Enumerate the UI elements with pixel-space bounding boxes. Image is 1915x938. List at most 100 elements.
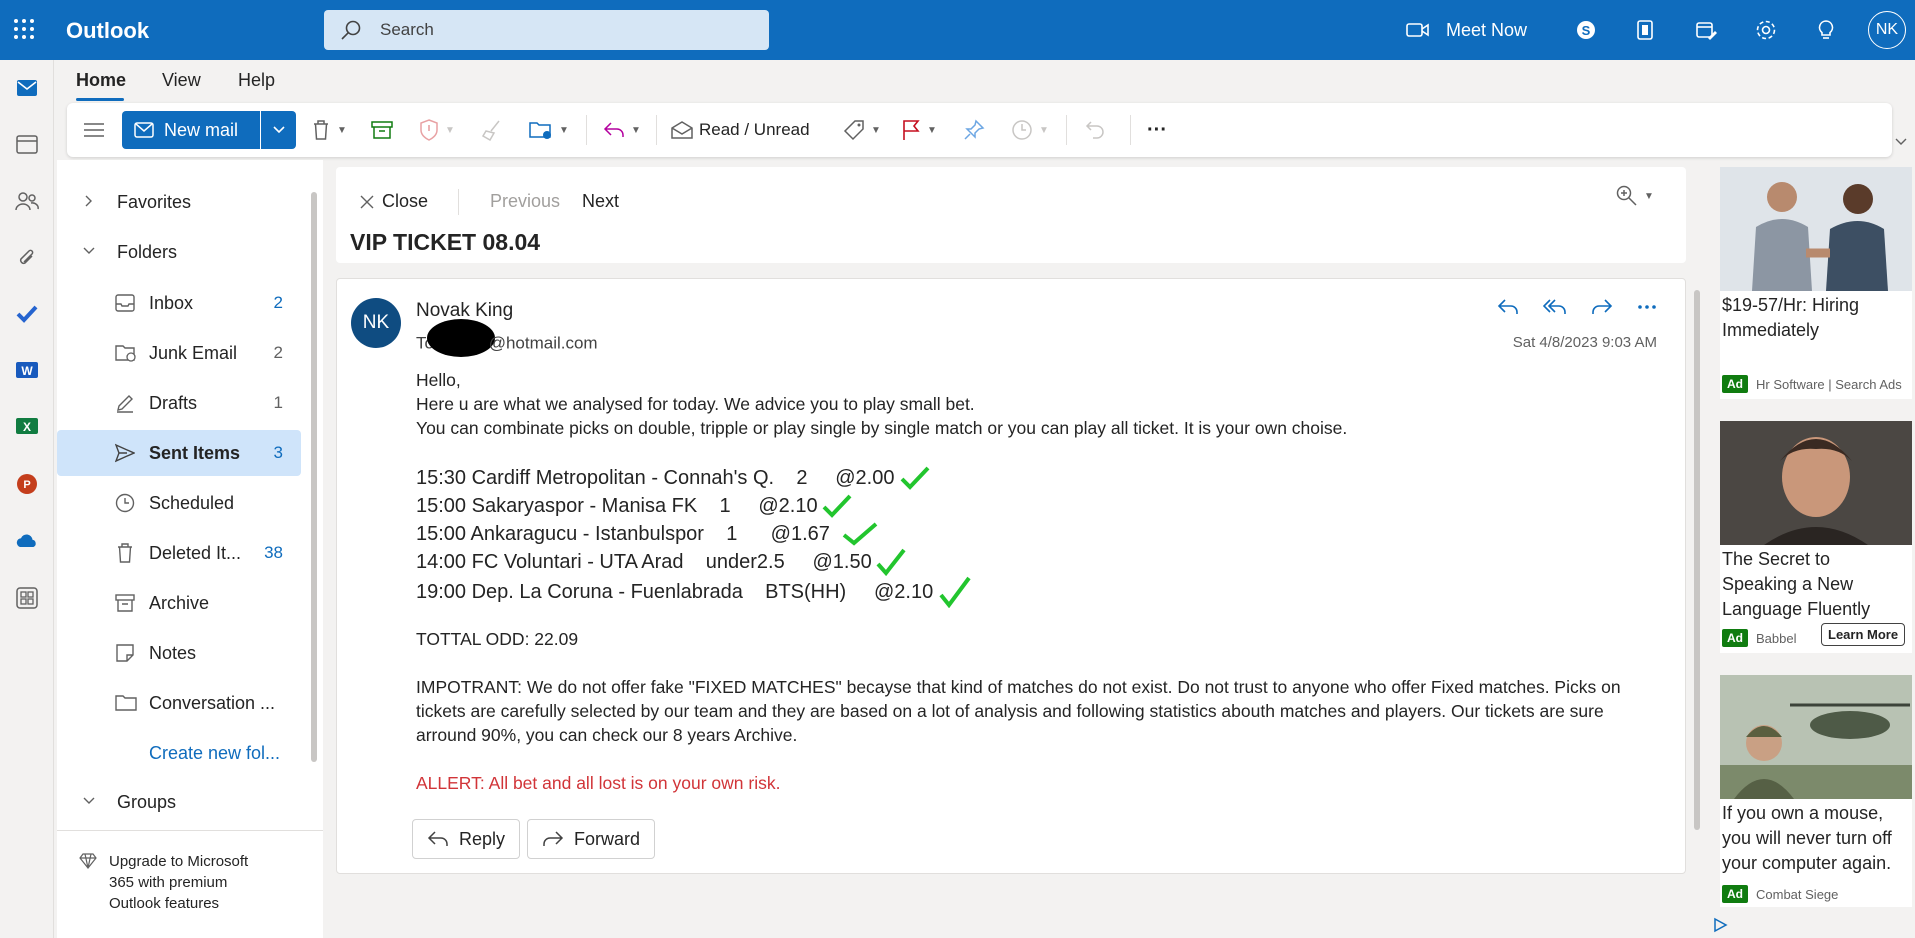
report-button: ▼ (419, 103, 455, 157)
pin-button[interactable] (963, 103, 985, 157)
ad-title: $19-57/Hr: Hiring Immediately (1722, 295, 1860, 340)
search-box[interactable]: Search (324, 10, 769, 50)
ad-card[interactable]: If you own a mouse, you will never turn … (1720, 675, 1912, 907)
reply-icon[interactable] (1497, 297, 1521, 317)
pick-row: 14:00 FC Voluntari - UTA Arad under2.5 @… (416, 548, 1116, 576)
ad-source: Ad Hr Software | Search Ads (1722, 375, 1902, 393)
ribbon-tabs: Home View Help (54, 60, 1915, 102)
create-new-folder-link[interactable]: Create new fol... (149, 743, 280, 764)
tab-view[interactable]: View (162, 70, 201, 91)
recipient-email[interactable]: @hotmail.com (489, 333, 598, 352)
tab-home[interactable]: Home (76, 70, 126, 91)
zoom-button[interactable]: ▼ (1616, 185, 1654, 207)
forward-icon[interactable] (1589, 297, 1613, 317)
trash-icon (314, 120, 328, 140)
settings-icon[interactable] (1740, 0, 1792, 60)
sender-avatar[interactable]: NK (351, 298, 401, 348)
folder-label: Scheduled (149, 493, 235, 513)
message-body: NK Novak King To:@hotmail.com Sat 4/8/20… (336, 278, 1686, 874)
chevron-down-icon (83, 247, 95, 255)
categorize-button[interactable]: ▼ (843, 103, 881, 157)
reading-header: Close Previous Next ▼ VIP TICKET 08.04 (336, 167, 1686, 263)
upgrade-banner[interactable]: Upgrade to Microsoft 365 with premium Ou… (57, 830, 323, 938)
tag-icon (843, 120, 864, 141)
search-input[interactable]: Search (380, 20, 434, 40)
meet-now-label: Meet Now (1446, 19, 1528, 40)
folder-item-notes[interactable]: Notes (57, 630, 301, 676)
new-mail-dropdown[interactable] (261, 111, 296, 149)
app-launcher-icon[interactable] (12, 17, 40, 43)
attachment-icon[interactable] (13, 244, 41, 272)
app-name[interactable]: Outlook (66, 18, 149, 44)
close-label: Close (382, 191, 429, 211)
mail-icon[interactable] (13, 74, 41, 102)
ribbon-separator (1130, 115, 1131, 145)
forward-button[interactable]: Forward (527, 819, 656, 859)
reply-button[interactable]: Reply (412, 819, 521, 859)
delete-button[interactable]: ▼ (311, 103, 347, 157)
junk-icon (115, 343, 137, 363)
user-avatar[interactable]: NK (1868, 11, 1906, 49)
flag-button[interactable]: ▼ (901, 103, 937, 157)
ad-source-label: Combat Siege (1756, 886, 1839, 902)
word-icon[interactable]: W (13, 356, 41, 384)
ad-badge: Ad (1722, 375, 1748, 393)
reply-button[interactable]: ▼ (603, 103, 641, 157)
folder-item-scheduled[interactable]: Scheduled (57, 480, 301, 526)
clock-icon (115, 493, 135, 513)
reply-label: Reply (459, 828, 506, 849)
excel-icon[interactable]: X (13, 412, 41, 440)
favorites-label: Favorites (117, 192, 192, 212)
hamburger-icon[interactable] (83, 103, 105, 157)
read-unread-button[interactable]: Read / Unread (671, 103, 810, 157)
office-icon[interactable] (1620, 0, 1672, 60)
tab-help[interactable]: Help (238, 70, 275, 91)
ad-card[interactable]: The Secret to Speaking a New Language Fl… (1720, 421, 1912, 653)
todo-icon[interactable] (13, 300, 41, 328)
forward-icon (543, 831, 564, 846)
ad-source: Ad Babbel (1722, 629, 1796, 647)
video-camera-icon (1406, 21, 1430, 39)
archive-icon (115, 593, 135, 613)
ribbon-expand-icon[interactable] (1895, 138, 1907, 146)
learn-more-button[interactable]: Learn More (1821, 623, 1906, 646)
total-odd: TOTTAL ODD: 22.09 (416, 629, 579, 649)
archive-icon (371, 121, 393, 139)
people-icon[interactable] (13, 187, 41, 215)
zoom-icon (1616, 185, 1637, 206)
more-actions-icon[interactable] (1635, 297, 1659, 317)
folder-item-inbox[interactable]: Inbox 2 (57, 280, 301, 326)
folder-item-conversation[interactable]: Conversation ... (57, 680, 301, 726)
onedrive-icon[interactable] (13, 526, 41, 554)
folder-scrollbar[interactable] (311, 192, 317, 762)
skype-icon[interactable]: S (1560, 0, 1612, 60)
more-options-button[interactable]: ··· (1147, 103, 1167, 157)
calendar-edit-icon[interactable] (1680, 0, 1732, 60)
folder-item-drafts[interactable]: Drafts 1 (57, 380, 301, 426)
pick-text: 19:00 Dep. La Coruna - Fuenlabrada BTS(H… (416, 581, 934, 603)
folder-item-sent[interactable]: Sent Items 3 (57, 430, 301, 476)
sweep-button (481, 103, 503, 157)
next-button[interactable]: Next (582, 191, 619, 212)
close-button[interactable]: Close (360, 191, 428, 212)
calendar-icon[interactable] (13, 130, 41, 158)
upgrade-line: Outlook features (109, 895, 220, 912)
folder-item-junk[interactable]: Junk Email 2 (57, 330, 301, 376)
ad-source-label: Babbel (1756, 630, 1797, 646)
folder-item-deleted[interactable]: Deleted It... 38 (57, 530, 301, 576)
message-scrollbar[interactable] (1694, 290, 1700, 830)
ad-source: Ad Combat Siege (1722, 885, 1838, 903)
folder-item-archive[interactable]: Archive (57, 580, 301, 626)
more-apps-icon[interactable] (13, 584, 41, 612)
reply-all-icon[interactable] (1543, 297, 1567, 317)
meet-now-button[interactable]: Meet Now (1406, 0, 1527, 60)
reply-icon (603, 122, 624, 137)
new-mail-button[interactable]: New mail (122, 111, 260, 149)
archive-button[interactable] (371, 103, 393, 157)
adchoices-icon[interactable] (1712, 917, 1728, 933)
ad-image (1720, 675, 1912, 799)
lightbulb-icon[interactable] (1800, 0, 1852, 60)
move-to-button[interactable]: ▼ (529, 103, 569, 157)
powerpoint-icon[interactable]: P (13, 470, 41, 498)
ad-card[interactable]: $19-57/Hr: Hiring Immediately Ad Hr Soft… (1720, 167, 1912, 399)
